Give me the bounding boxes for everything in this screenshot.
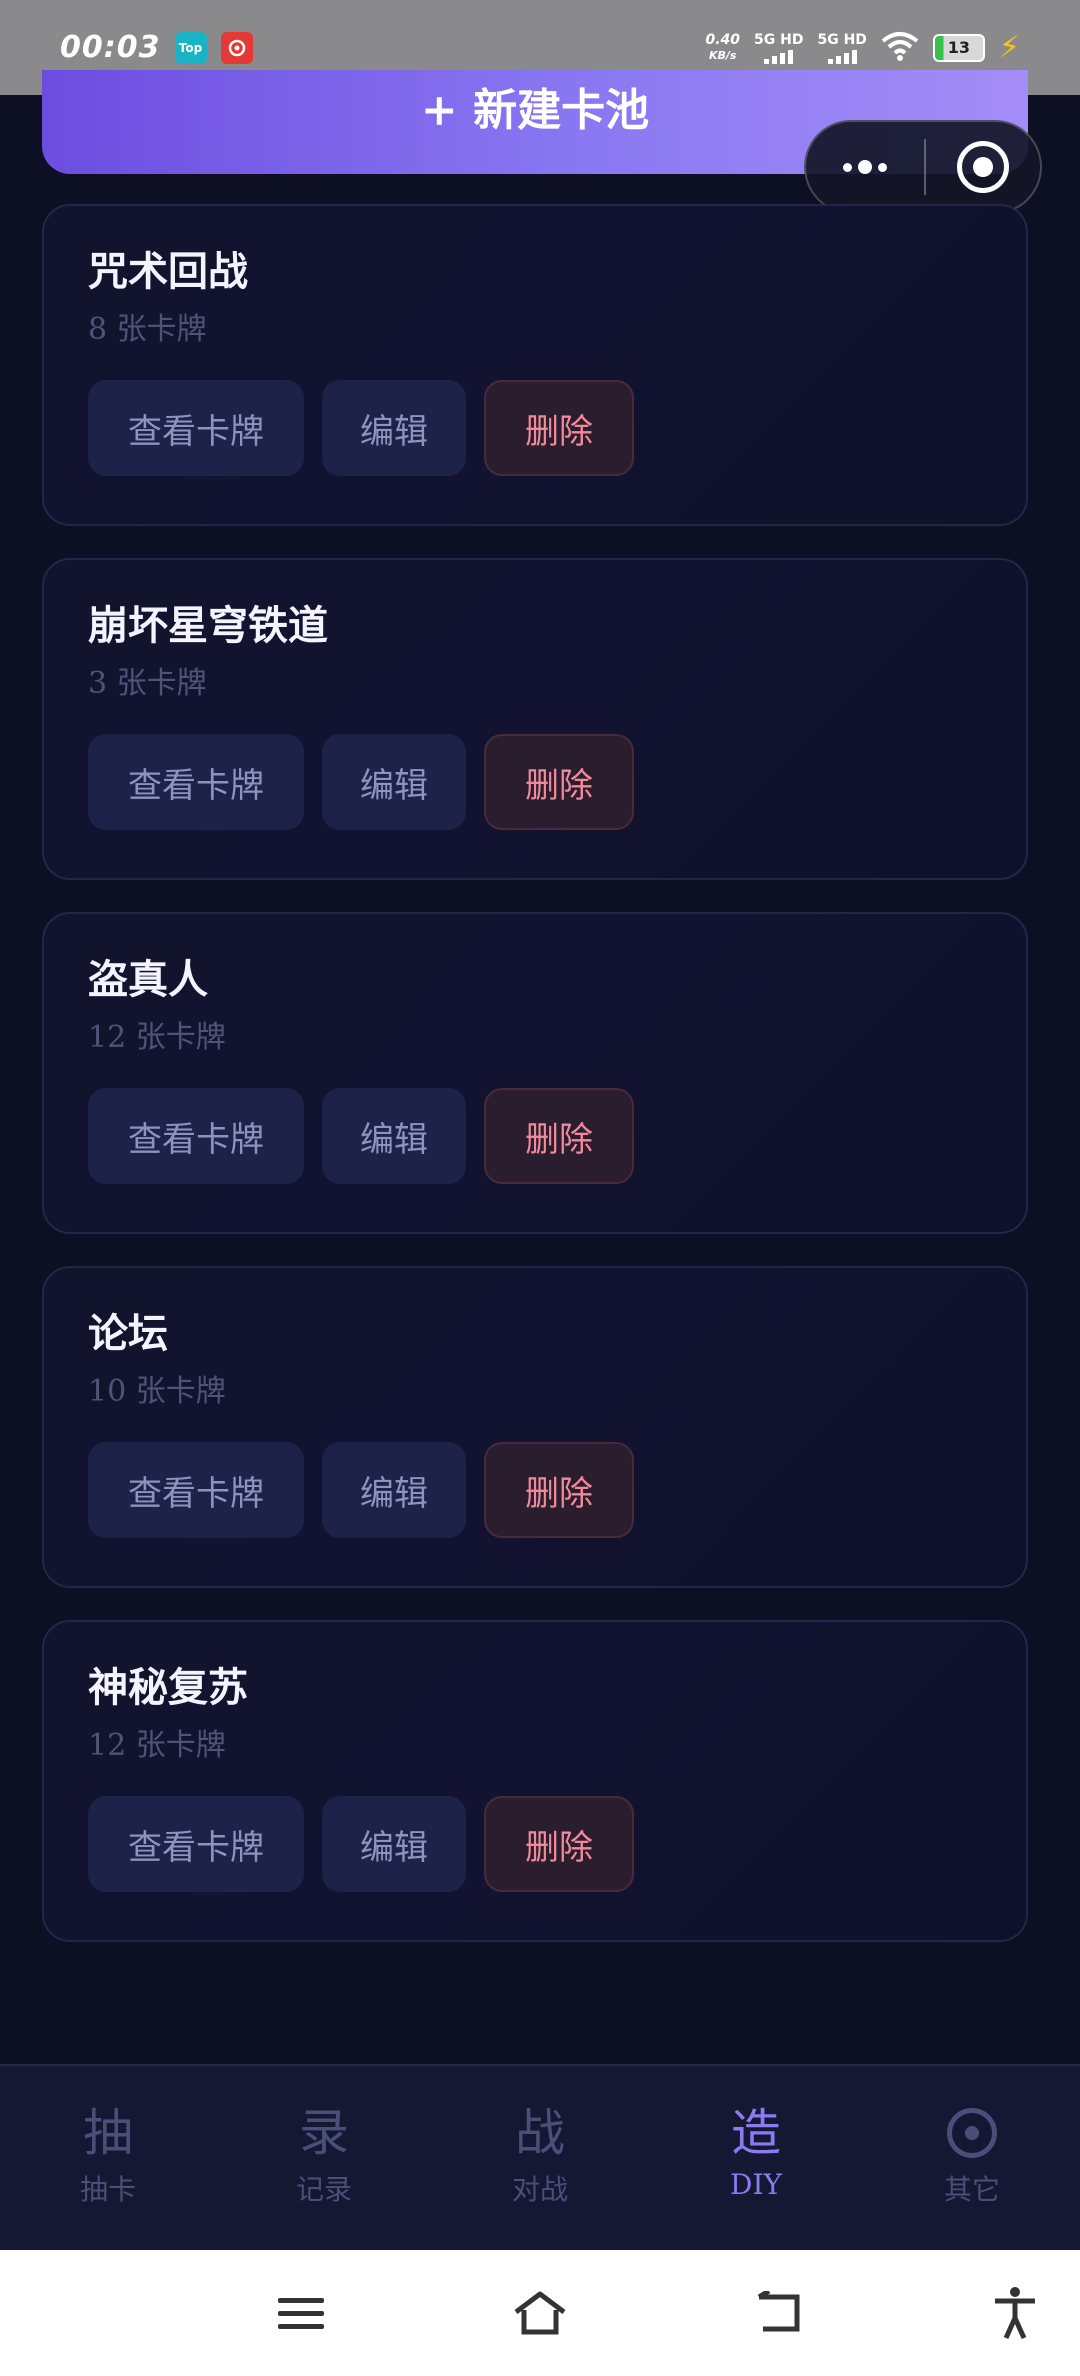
battery-icon: 13 — [932, 33, 985, 62]
view-cards-button[interactable]: 查看卡牌 — [88, 1796, 304, 1892]
tab-battle[interactable]: 战 对战 — [432, 2066, 648, 2250]
back-icon[interactable] — [752, 2250, 804, 2376]
home-icon[interactable] — [510, 2250, 570, 2376]
signal-bars-icon — [764, 49, 794, 64]
delete-button[interactable]: 删除 — [484, 380, 634, 476]
edit-button[interactable]: 编辑 — [322, 380, 466, 476]
view-cards-button[interactable]: 查看卡牌 — [88, 1442, 304, 1538]
view-cards-button[interactable]: 查看卡牌 — [88, 380, 304, 476]
card-count: 3 张卡牌 — [88, 666, 207, 701]
charging-icon: ⚡ — [998, 30, 1020, 65]
mini-program-capsule — [804, 120, 1042, 214]
delete-button[interactable]: 删除 — [484, 1442, 634, 1538]
edit-button[interactable]: 编辑 — [322, 1442, 466, 1538]
tab-label: 记录 — [295, 2173, 352, 2206]
delete-button[interactable]: 删除 — [484, 1796, 634, 1892]
diy-icon: 造 — [731, 2104, 781, 2162]
wifi-icon — [881, 31, 919, 65]
tab-records[interactable]: 录 记录 — [216, 2066, 432, 2250]
list-item: 咒术回战 8 张卡牌 查看卡牌 编辑 删除 — [42, 204, 1028, 526]
new-pool-label: + 新建卡池 — [420, 85, 650, 136]
tab-diy[interactable]: 造 DIY — [648, 2066, 864, 2250]
draw-icon: 抽 — [83, 2104, 133, 2162]
netease-music-icon — [220, 31, 253, 64]
list-item: 盗真人 12 张卡牌 查看卡牌 编辑 删除 — [42, 912, 1028, 1234]
tab-label: 抽卡 — [79, 2173, 136, 2206]
accessibility-icon[interactable] — [990, 2250, 1040, 2376]
edit-button[interactable]: 编辑 — [322, 1796, 466, 1892]
view-cards-button[interactable]: 查看卡牌 — [88, 734, 304, 830]
gear-icon — [947, 2108, 997, 2158]
signal-1-label: 5G HD — [754, 31, 804, 48]
card-title: 咒术回战 — [88, 248, 248, 295]
card-pool-list: 咒术回战 8 张卡牌 查看卡牌 编辑 删除 崩坏星穹铁道 3 张卡牌 查看卡牌 … — [42, 204, 1028, 1974]
net-speed-value: 0.40 — [705, 31, 741, 48]
list-item: 论坛 10 张卡牌 查看卡牌 编辑 删除 — [42, 1266, 1028, 1588]
card-title: 神秘复苏 — [88, 1664, 248, 1711]
tab-label: 对战 — [511, 2173, 568, 2206]
signal-2: 5G HD — [817, 31, 867, 64]
card-title: 崩坏星穹铁道 — [88, 602, 328, 649]
records-icon: 录 — [299, 2104, 349, 2162]
card-title: 盗真人 — [88, 956, 208, 1003]
view-cards-button[interactable]: 查看卡牌 — [88, 1088, 304, 1184]
edit-button[interactable]: 编辑 — [322, 1088, 466, 1184]
list-item: 崩坏星穹铁道 3 张卡牌 查看卡牌 编辑 删除 — [42, 558, 1028, 880]
net-speed: 0.40 KB/s — [705, 32, 740, 64]
card-count: 12 张卡牌 — [88, 1020, 226, 1055]
status-time: 00:03 — [60, 30, 161, 65]
signal-bars-icon — [827, 49, 857, 64]
card-count: 10 张卡牌 — [88, 1374, 226, 1409]
card-count: 12 张卡牌 — [88, 1728, 226, 1763]
top-app-icon: Top — [174, 31, 207, 64]
tab-other[interactable]: 其它 — [864, 2066, 1080, 2250]
delete-button[interactable]: 删除 — [484, 1088, 634, 1184]
edit-button[interactable]: 编辑 — [322, 734, 466, 830]
system-nav-bar — [0, 2250, 1080, 2376]
target-close-icon[interactable] — [926, 122, 1040, 212]
card-title: 论坛 — [88, 1310, 168, 1357]
list-item: 神秘复苏 12 张卡牌 查看卡牌 编辑 删除 — [42, 1620, 1028, 1942]
signal-2-label: 5G HD — [817, 31, 867, 48]
tab-label: DIY — [730, 2168, 782, 2201]
net-speed-unit: KB/s — [709, 48, 737, 62]
card-count: 8 张卡牌 — [88, 312, 207, 347]
signal-1: 5G HD — [754, 32, 803, 64]
battle-icon: 战 — [515, 2104, 565, 2162]
tab-label: 其它 — [943, 2173, 1000, 2206]
tab-draw[interactable]: 抽 抽卡 — [0, 2066, 216, 2250]
more-dots-icon[interactable] — [806, 122, 924, 212]
bottom-tab-bar: 抽 抽卡 录 记录 战 对战 造 DIY 其它 — [0, 2064, 1080, 2250]
menu-icon[interactable] — [276, 2250, 326, 2376]
battery-level: 13 — [947, 38, 971, 57]
delete-button[interactable]: 删除 — [484, 734, 634, 830]
